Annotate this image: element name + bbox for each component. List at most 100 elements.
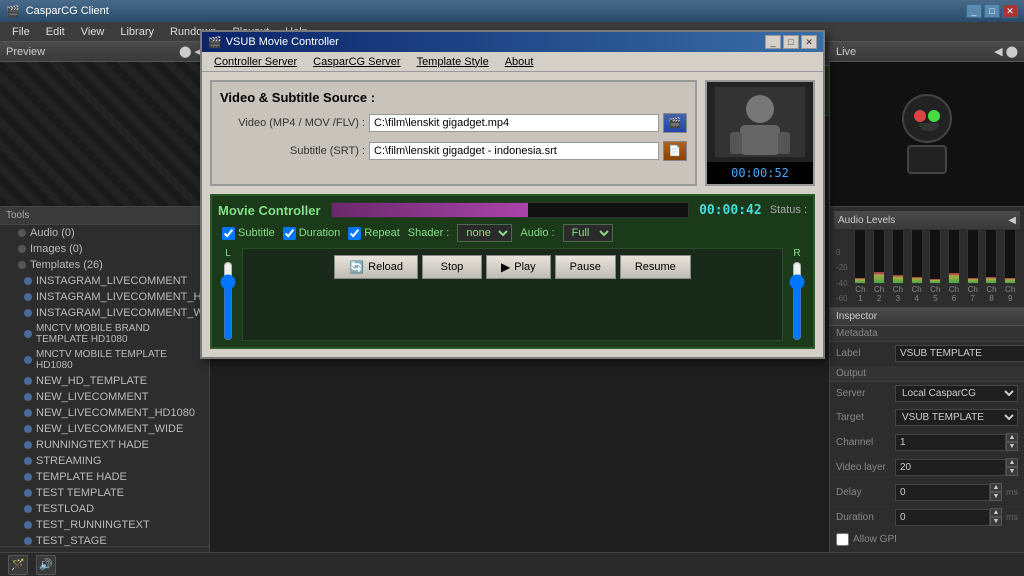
list-item[interactable]: NEW_LIVECOMMENT_HD1080 xyxy=(0,405,209,421)
allow-gpi-row: Allow GPI xyxy=(830,530,1024,549)
delay-down[interactable]: ▼ xyxy=(990,492,1002,501)
list-item[interactable]: MNCTV MOBILE TEMPLATE HD1080 xyxy=(0,347,209,373)
dialog-menu-controller[interactable]: Controller Server xyxy=(206,54,305,70)
play-button[interactable]: ▶ Play xyxy=(486,255,551,279)
inspector-target-select[interactable]: VSUB TEMPLATE xyxy=(895,409,1018,426)
wand-icon[interactable]: 🪄 xyxy=(8,555,28,575)
inspector-section: Inspector Metadata Label Output Server L… xyxy=(830,308,1024,576)
subtitle-source-row: Subtitle (SRT) : 📄 xyxy=(220,141,687,161)
bullet-icon xyxy=(24,377,32,385)
tools-header[interactable]: Tools xyxy=(0,207,209,225)
bullet-icon xyxy=(24,505,32,513)
videolayer-down[interactable]: ▼ xyxy=(1006,467,1018,476)
dialog-title-text: VSUB Movie Controller xyxy=(226,36,339,48)
resume-button[interactable]: Resume xyxy=(620,255,691,279)
audio-channel-6: Ch 6 xyxy=(946,229,962,303)
duration-input[interactable] xyxy=(895,509,990,526)
videolayer-input[interactable] xyxy=(895,459,1006,476)
list-item[interactable]: INSTAGRAM_LIVECOMMENT xyxy=(0,273,209,289)
bullet-icon xyxy=(24,425,32,433)
list-item[interactable]: TESTLOAD xyxy=(0,501,209,517)
subtitle-browse-button[interactable]: 📄 xyxy=(663,141,687,161)
subtitle-check-label: Subtitle xyxy=(238,227,275,239)
delay-up[interactable]: ▲ xyxy=(990,483,1002,492)
dialog-maximize[interactable]: □ xyxy=(783,35,799,49)
video-input[interactable] xyxy=(369,114,659,132)
videolayer-up[interactable]: ▲ xyxy=(1006,458,1018,467)
bullet-icon xyxy=(18,261,26,269)
subtitle-checkbox[interactable] xyxy=(222,227,235,240)
subtitle-option: Subtitle xyxy=(222,227,275,240)
list-item[interactable]: INSTAGRAM_LIVECOMMENT_WIDE xyxy=(0,305,209,321)
subtitle-input[interactable] xyxy=(369,142,659,160)
controller-options: Subtitle Duration Repeat Shader : none A… xyxy=(218,224,807,242)
audio-collapse[interactable]: ◀ xyxy=(1008,215,1016,226)
list-item[interactable]: INSTAGRAM_LIVECOMMENT_HD1080 xyxy=(0,289,209,305)
speaker-icon[interactable]: 🔊 xyxy=(36,555,56,575)
duration-checkbox[interactable] xyxy=(283,227,296,240)
reload-button[interactable]: 🔄 Reload xyxy=(334,255,418,279)
live-controls[interactable]: ◀ ⬤ xyxy=(994,45,1018,58)
channel-input[interactable] xyxy=(895,434,1006,451)
inspector-target-row: Target VSUB TEMPLATE xyxy=(830,406,1024,430)
list-item[interactable]: STREAMING xyxy=(0,453,209,469)
allow-gpi-checkbox[interactable] xyxy=(836,533,849,546)
bullet-icon xyxy=(24,330,32,338)
right-vol-slider[interactable] xyxy=(789,261,805,341)
delay-input[interactable] xyxy=(895,484,990,501)
bullet-icon xyxy=(24,537,32,545)
stop-button[interactable]: Stop xyxy=(422,255,482,279)
shader-select[interactable]: none xyxy=(457,224,512,242)
channel-down[interactable]: ▼ xyxy=(1006,442,1018,451)
menu-library[interactable]: Library xyxy=(112,24,162,40)
pause-button[interactable]: Pause xyxy=(555,255,616,279)
menu-file[interactable]: File xyxy=(4,24,38,40)
dialog-menu-casparcg[interactable]: CasparCG Server xyxy=(305,54,408,70)
inspector-label-input[interactable] xyxy=(895,345,1024,362)
close-button[interactable]: ✕ xyxy=(1002,4,1018,18)
list-item[interactable]: NEW_LIVECOMMENT_WIDE xyxy=(0,421,209,437)
inspector-server-select[interactable]: Local CasparCG xyxy=(895,385,1018,402)
duration-down[interactable]: ▼ xyxy=(990,517,1002,526)
channel-up[interactable]: ▲ xyxy=(1006,433,1018,442)
inspector-duration-row: Duration ▲ ▼ ms xyxy=(830,505,1024,530)
controller-progress xyxy=(331,202,690,218)
list-item[interactable]: NEW_LIVECOMMENT xyxy=(0,389,209,405)
library-images[interactable]: Images (0) xyxy=(0,241,209,257)
preview-area: Preview ⬤ ◀ xyxy=(0,42,209,207)
menu-edit[interactable]: Edit xyxy=(38,24,73,40)
dialog-close[interactable]: ✕ xyxy=(801,35,817,49)
list-item[interactable]: TEST_STAGE xyxy=(0,533,209,546)
list-item[interactable]: MNCTV MOBILE BRAND TEMPLATE HD1080 xyxy=(0,321,209,347)
minimize-button[interactable]: _ xyxy=(966,4,982,18)
audio-ctrl-select[interactable]: Full xyxy=(563,224,613,242)
library-templates[interactable]: Templates (26) xyxy=(0,257,209,273)
channel-spinbox: ▲ ▼ xyxy=(895,433,1018,451)
list-item[interactable]: TEST TEMPLATE xyxy=(0,485,209,501)
library-audio[interactable]: Audio (0) xyxy=(0,225,209,241)
menu-view[interactable]: View xyxy=(73,24,113,40)
dialog-menu-template[interactable]: Template Style xyxy=(409,54,497,70)
audio-header: Audio Levels ◀ xyxy=(834,211,1020,229)
preview-label: Preview xyxy=(6,46,45,58)
maximize-button[interactable]: □ xyxy=(984,4,1000,18)
audio-channel-1: Ch 1 xyxy=(853,229,869,303)
bullet-icon xyxy=(24,393,32,401)
dialog-minimize[interactable]: _ xyxy=(765,35,781,49)
duration-check-label: Duration xyxy=(299,227,341,239)
dialog-menu-about[interactable]: About xyxy=(497,54,542,70)
list-item[interactable]: TEST_RUNNINGTEXT xyxy=(0,517,209,533)
dialog-title-bar: 🎬 VSUB Movie Controller _ □ ✕ xyxy=(202,32,823,52)
inspector-header: Inspector xyxy=(830,308,1024,326)
transport-buttons: 🔄 Reload Stop ▶ Play Pause Resume xyxy=(249,255,776,279)
source-section: Video & Subtitle Source : Video (MP4 / M… xyxy=(210,80,697,186)
video-browse-button[interactable]: 🎬 xyxy=(663,113,687,133)
live-area: Live ◀ ⬤ xyxy=(830,42,1024,207)
list-item[interactable]: TEMPLATE HADE xyxy=(0,469,209,485)
video-preview-image xyxy=(715,87,805,157)
list-item[interactable]: RUNNINGTEXT HADE xyxy=(0,437,209,453)
left-vol-slider[interactable] xyxy=(220,261,236,341)
repeat-checkbox[interactable] xyxy=(348,227,361,240)
duration-up[interactable]: ▲ xyxy=(990,508,1002,517)
list-item[interactable]: NEW_HD_TEMPLATE xyxy=(0,373,209,389)
